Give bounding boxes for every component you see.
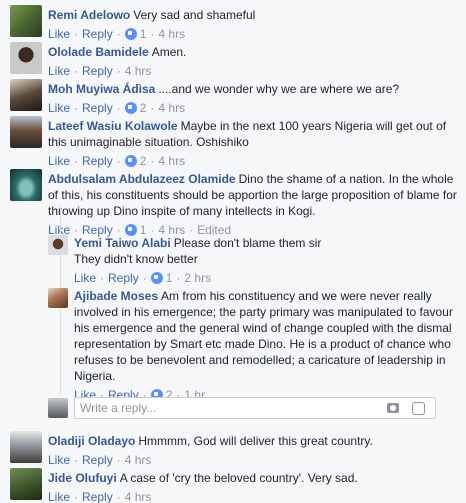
commenter-name[interactable]: Ajibade Moses xyxy=(74,289,158,303)
timestamp[interactable]: 2 hrs xyxy=(184,271,211,285)
timestamp[interactable]: 4 hrs xyxy=(125,64,152,78)
reply-button[interactable]: Reply xyxy=(82,27,113,41)
like-button[interactable]: Like xyxy=(48,27,70,41)
current-user-avatar xyxy=(48,398,68,418)
camera-icon[interactable] xyxy=(387,403,399,413)
commenter-name[interactable]: Oladiji Oladayo xyxy=(48,434,135,448)
commenter-name[interactable]: Moh Muyiwa Ádìsa xyxy=(48,82,155,96)
like-button[interactable]: Like xyxy=(48,101,70,115)
timestamp[interactable]: 4 hrs xyxy=(125,453,152,467)
reply-button[interactable]: Reply xyxy=(82,490,113,503)
timestamp[interactable]: 4 hrs xyxy=(158,101,185,115)
commenter-name[interactable]: Remi Adelowo xyxy=(48,8,130,22)
reply-input[interactable] xyxy=(75,398,365,418)
like-reaction-icon[interactable] xyxy=(124,28,137,40)
avatar[interactable] xyxy=(10,468,42,500)
avatar[interactable] xyxy=(10,42,42,74)
comment-actions: Like · Reply · 2 · 4 hrs xyxy=(48,101,186,115)
comment-text: Am from his constituency and we were nev… xyxy=(74,289,453,383)
commenter-name[interactable]: Lateef Wasiu Kolawole xyxy=(48,119,178,133)
avatar[interactable] xyxy=(10,116,42,148)
commenter-name[interactable]: Yemi Taiwo Alabi xyxy=(74,236,171,250)
like-button[interactable]: Like xyxy=(74,271,96,285)
like-reaction-icon[interactable] xyxy=(124,155,137,167)
reply-box xyxy=(74,397,436,419)
commenter-name[interactable]: Jide Olufuyi xyxy=(48,471,117,485)
comment-actions: Like · Reply · 4 hrs xyxy=(48,490,152,503)
like-button[interactable]: Like xyxy=(48,154,70,168)
comment-actions: Like · Reply · 2 · 4 hrs xyxy=(48,154,186,168)
comment-actions: Like · Reply · 4 hrs xyxy=(48,453,152,467)
commenter-name[interactable]: Ololade Bamidele xyxy=(48,45,149,59)
timestamp[interactable]: 4 hrs xyxy=(125,490,152,503)
like-button[interactable]: Like xyxy=(48,64,70,78)
reply-button[interactable]: Reply xyxy=(108,271,139,285)
avatar[interactable] xyxy=(10,169,42,201)
comment-actions: Like · Reply · 1 · 4 hrs xyxy=(48,27,186,41)
reply-button[interactable]: Reply xyxy=(82,64,113,78)
avatar[interactable] xyxy=(10,79,42,111)
comment-text: ....and we wonder why we are where we ar… xyxy=(158,82,400,96)
timestamp[interactable]: 4 hrs xyxy=(158,154,185,168)
comment-text: Hmmmm, God will deliver this great count… xyxy=(138,434,373,448)
comment-text: A case of 'cry the beloved country'. Ver… xyxy=(119,471,358,485)
like-reaction-icon[interactable] xyxy=(150,272,163,284)
avatar[interactable] xyxy=(48,235,68,255)
commenter-name[interactable]: Abdulsalam Abdulazeez Olamide xyxy=(48,172,236,186)
like-button[interactable]: Like xyxy=(48,453,70,467)
reply-button[interactable]: Reply xyxy=(82,154,113,168)
comment-actions: Like · Reply · 4 hrs xyxy=(48,64,152,78)
timestamp[interactable]: 4 hrs xyxy=(158,27,185,41)
like-reaction-icon[interactable] xyxy=(124,102,137,114)
comment-text-line: They didn't know better xyxy=(74,252,198,266)
avatar[interactable] xyxy=(48,288,68,308)
sticker-icon[interactable] xyxy=(412,402,425,415)
avatar[interactable] xyxy=(10,5,42,37)
comment-text: Amen. xyxy=(151,45,187,59)
comment-text: Very sad and shameful xyxy=(133,8,256,22)
avatar[interactable] xyxy=(10,431,42,463)
reply-button[interactable]: Reply xyxy=(82,101,113,115)
comment-actions: Like · Reply · 1 · 2 hrs xyxy=(74,271,212,285)
reply-button[interactable]: Reply xyxy=(82,453,113,467)
like-button[interactable]: Like xyxy=(48,490,70,503)
comment-text: Please don't blame them sir xyxy=(173,236,322,250)
